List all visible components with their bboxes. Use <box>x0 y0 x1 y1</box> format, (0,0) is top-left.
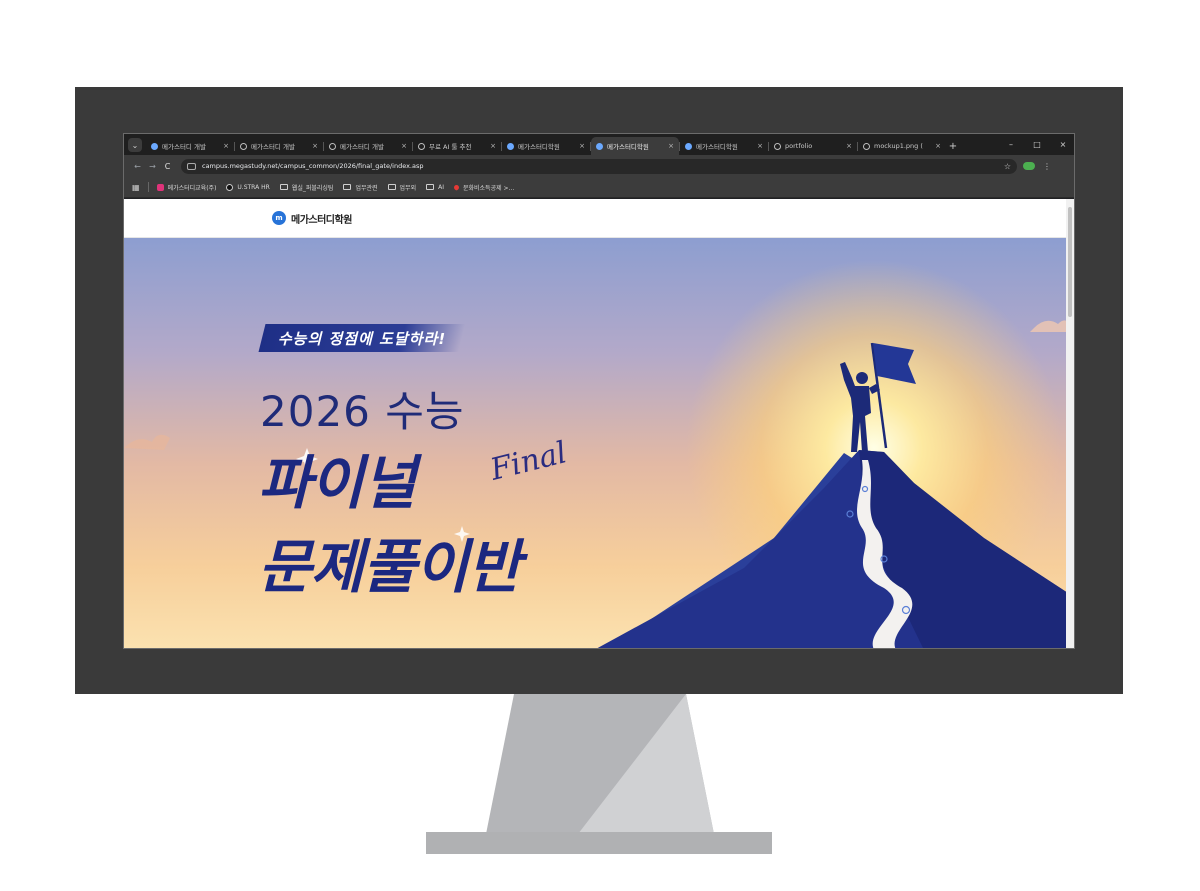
tab-title: 무료 AI 툴 추천 <box>429 143 472 151</box>
bookmark-label: AI <box>438 183 444 191</box>
globe-icon <box>418 142 425 150</box>
bookmark-label: 웹실_퍼블리싱팀 <box>291 184 334 192</box>
bookmark-item[interactable]: U.STRA HR <box>226 183 270 192</box>
tab-title: 메가스터디학원 <box>607 143 649 151</box>
browser-tab[interactable]: 무료 AI 툴 추천 × <box>413 137 501 155</box>
tab-close-icon[interactable]: × <box>579 142 585 150</box>
bookmark-star-icon[interactable]: ☆ <box>1004 162 1011 171</box>
browser-tab[interactable]: 메가스터디학원 × <box>502 137 590 155</box>
hero-banner: 수능의 정점에 도달하라! 2026 수능 파이널 Final 문제풀이반 <box>124 238 1068 648</box>
heart-icon <box>452 183 461 191</box>
browser-tab[interactable]: 메가스터디학원 × <box>591 137 679 155</box>
hero-year-title: 2026 수능 <box>260 387 465 436</box>
bookmark-item[interactable]: 업무관련 <box>343 183 378 192</box>
browser-menu-icon[interactable]: ⋮ <box>1043 162 1051 171</box>
tab-title: mockup1.png ( <box>874 142 923 150</box>
cloud-shape <box>124 434 170 450</box>
monitor-mockup: ⌄ 메가스터디 개발 × 메가스터디 개발 × 메가스터디 개발 × 무료 AI 툴 추천 ×… <box>0 0 1200 891</box>
tab-close-icon[interactable]: × <box>312 142 318 150</box>
url-text[interactable]: campus.megastudy.net/campus_common/2026/… <box>202 162 998 170</box>
page-scrollbar[interactable] <box>1066 199 1074 648</box>
globe-icon <box>240 142 247 150</box>
address-bar[interactable]: campus.megastudy.net/campus_common/2026/… <box>181 158 1017 174</box>
bookmark-item[interactable]: 업무외 <box>387 183 417 192</box>
cloud-shape <box>1030 320 1068 332</box>
folder-icon <box>279 184 288 190</box>
tab-close-icon[interactable]: × <box>401 142 407 150</box>
extension-icon[interactable] <box>1023 162 1035 170</box>
bookmark-label: U.STRA HR <box>237 183 270 191</box>
tab-close-icon[interactable]: × <box>223 142 229 150</box>
bookmarks-divider <box>147 182 149 192</box>
browser-toolbar: ← → C campus.megastudy.net/campus_common… <box>124 155 1074 177</box>
tab-title: portfolio <box>785 142 813 150</box>
globe-icon <box>863 142 870 150</box>
close-window-button[interactable]: × <box>1050 134 1074 155</box>
minimize-button[interactable]: – <box>998 134 1024 155</box>
back-button[interactable]: ← <box>130 162 145 171</box>
hero-title-line-2: 문제풀이반 <box>258 533 521 601</box>
globe-icon <box>329 142 336 150</box>
maximize-button[interactable]: □ <box>1024 134 1050 155</box>
bookmark-item[interactable]: AI <box>426 183 444 192</box>
tab-list: 메가스터디 개발 × 메가스터디 개발 × 메가스터디 개발 × 무료 AI 툴 추천 × 메가… <box>146 137 946 155</box>
dark-circle-icon <box>226 183 234 191</box>
forward-button[interactable]: → <box>145 162 160 171</box>
folder-icon <box>426 184 435 190</box>
bookmark-label: 메가스터디교육(주) <box>167 184 217 192</box>
site-info-icon[interactable] <box>187 162 196 170</box>
bookmark-label: 업무관련 <box>355 184 378 192</box>
bookmark-item[interactable]: 문화비소득공제 >... <box>452 183 515 192</box>
reload-button[interactable]: C <box>160 162 175 171</box>
window-controls: – □ × <box>998 134 1074 155</box>
browser-tab[interactable]: portfolio × <box>769 137 857 155</box>
tab-title: 메가스터디 개발 <box>251 143 295 151</box>
hero-slogan: 수능의 정점에 도달하라! <box>258 324 466 352</box>
tab-close-icon[interactable]: × <box>490 142 496 150</box>
apps-grid-icon[interactable]: ▦ <box>132 183 140 192</box>
bookmark-item[interactable]: 메가스터디교육(주) <box>156 183 217 192</box>
megastudy-logo-icon[interactable]: m <box>272 211 286 225</box>
hero-title-line-1: 파이널 <box>258 449 416 517</box>
tab-close-icon[interactable]: × <box>935 142 941 150</box>
site-header: m 메가스터디학원 <box>124 199 1068 238</box>
bookmark-label: 문화비소득공제 >... <box>462 184 515 192</box>
monitor-stand-neck <box>486 694 714 834</box>
pink-square-icon <box>156 183 164 191</box>
browser-tab[interactable]: 메가스터디 개발 × <box>324 137 412 155</box>
climber-silhouette <box>840 342 916 452</box>
tab-search-button[interactable]: ⌄ <box>128 138 142 152</box>
bookmarks-bar: ▦ 메가스터디교육(주) U.STRA HR 웹실_퍼블리싱팀 업무관련 업무외 AI 문화… <box>124 177 1074 198</box>
tab-title: 메가스터디학원 <box>696 143 738 151</box>
folder-icon <box>387 184 396 190</box>
megastudy-icon <box>151 142 158 150</box>
site-logo-text[interactable]: 메가스터디학원 <box>291 211 352 226</box>
folder-icon <box>343 184 352 190</box>
bookmark-list: 메가스터디교육(주) U.STRA HR 웹실_퍼블리싱팀 업무관련 업무외 AI 문화비소… <box>156 183 515 192</box>
megastudy-icon <box>685 142 692 150</box>
tab-close-icon[interactable]: × <box>668 142 674 150</box>
browser-tab[interactable]: 메가스터디 개발 × <box>146 137 234 155</box>
browser-tab[interactable]: mockup1.png ( × <box>858 137 946 155</box>
bookmark-label: 업무외 <box>399 184 417 192</box>
monitor-stand-base <box>426 832 772 854</box>
megastudy-icon <box>507 142 514 150</box>
megastudy-icon <box>596 142 603 150</box>
tab-strip: ⌄ 메가스터디 개발 × 메가스터디 개발 × 메가스터디 개발 × 무료 AI 툴 추천 ×… <box>124 134 1074 155</box>
tab-title: 메가스터디 개발 <box>162 143 206 151</box>
scrollbar-thumb[interactable] <box>1068 207 1072 317</box>
browser-window: ⌄ 메가스터디 개발 × 메가스터디 개발 × 메가스터디 개발 × 무료 AI 툴 추천 ×… <box>123 133 1075 649</box>
slogan-text: 수능의 정점에 도달하라! <box>278 329 447 348</box>
tab-close-icon[interactable]: × <box>757 142 763 150</box>
globe-icon <box>774 142 781 150</box>
tab-close-icon[interactable]: × <box>846 142 852 150</box>
tab-title: 메가스터디학원 <box>518 143 560 151</box>
tab-title: 메가스터디 개발 <box>340 143 384 151</box>
browser-tab[interactable]: 메가스터디학원 × <box>680 137 768 155</box>
new-tab-button[interactable]: + <box>946 141 960 152</box>
web-page: m 메가스터디학원 수능의 정점에 도달하라! 2026 수능 파이널 Fina… <box>124 199 1068 648</box>
browser-tab[interactable]: 메가스터디 개발 × <box>235 137 323 155</box>
bookmark-item[interactable]: 웹실_퍼블리싱팀 <box>279 183 334 192</box>
